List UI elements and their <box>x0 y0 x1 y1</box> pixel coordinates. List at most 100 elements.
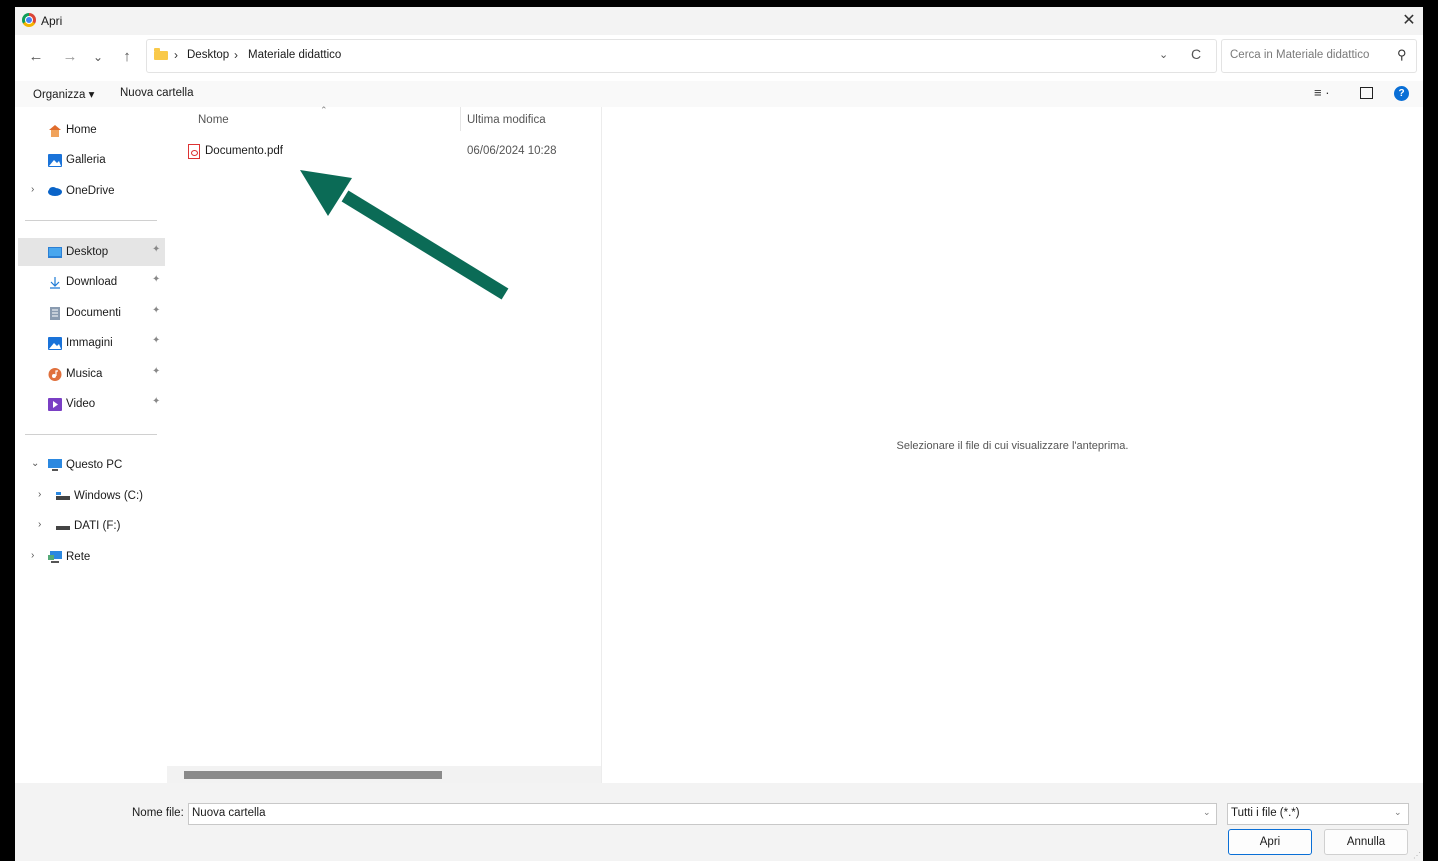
pin-icon[interactable]: ✦ <box>152 335 160 346</box>
column-separator[interactable] <box>460 107 461 131</box>
search-placeholder: Cerca in Materiale didattico <box>1230 49 1370 61</box>
download-icon <box>50 277 60 289</box>
sidebar-item-label: Home <box>66 124 97 136</box>
command-bar: Organizza ▾ Nuova cartella ≡ · ? <box>15 81 1423 107</box>
pin-icon[interactable]: ✦ <box>152 366 160 377</box>
dialog-footer: Nome file: Nuova cartella ⌄ Tutti i file… <box>15 783 1423 861</box>
search-box[interactable]: Cerca in Materiale didattico ⚲ <box>1221 39 1417 73</box>
sidebar-item-label: Download <box>66 276 118 288</box>
open-button[interactable]: Apri <box>1228 829 1312 855</box>
navigation-bar: ← → ⌄ ↑ › Desktop › Materiale didattico … <box>15 35 1423 81</box>
sidebar-item-questo-pc[interactable]: ⌄ Questo PC <box>18 451 165 479</box>
documents-icon <box>50 307 60 320</box>
chevron-right-icon[interactable]: › <box>38 489 41 500</box>
pin-icon[interactable]: ✦ <box>152 244 160 255</box>
pin-icon[interactable]: ✦ <box>152 396 160 407</box>
preview-pane-toggle-icon[interactable] <box>1360 87 1373 99</box>
horizontal-scrollbar[interactable] <box>167 766 601 783</box>
sidebar-item-windows-c[interactable]: › Windows (C:) <box>18 482 165 510</box>
desktop-icon <box>48 247 62 258</box>
file-open-dialog: Apri ✕ ← → ⌄ ↑ › Desktop › Materiale did… <box>15 7 1423 861</box>
chevron-right-icon[interactable]: › <box>38 519 41 530</box>
breadcrumb-separator: › <box>234 48 238 62</box>
sidebar-item-desktop[interactable]: Desktop ✦ <box>18 238 165 266</box>
sort-ascending-icon: ⌃ <box>320 105 328 115</box>
sidebar-item-dati-f[interactable]: › DATI (F:) <box>18 512 165 540</box>
close-button[interactable]: ✕ <box>1399 11 1419 31</box>
breadcrumb-desktop[interactable]: Desktop <box>187 49 229 61</box>
sidebar-item-label: Documenti <box>66 307 121 319</box>
breadcrumb-separator: › <box>174 48 178 62</box>
chevron-down-icon[interactable]: ⌄ <box>1203 807 1211 818</box>
sidebar-item-documenti[interactable]: Documenti ✦ <box>18 299 165 327</box>
recent-locations-button[interactable]: ⌄ <box>87 47 109 67</box>
pin-icon[interactable]: ✦ <box>152 305 160 316</box>
table-row[interactable]: Documento.pdf 06/06/2024 10:28 <box>183 142 583 164</box>
drive-icon <box>56 526 70 530</box>
window-title: Apri <box>41 14 63 28</box>
forward-button[interactable]: → <box>59 47 81 67</box>
filename-label: Nome file: <box>132 807 184 819</box>
sidebar-item-label: Video <box>66 398 96 410</box>
sidebar-item-galleria[interactable]: Galleria <box>18 146 165 174</box>
file-modified-date: 06/06/2024 10:28 <box>467 145 557 157</box>
filename-value: Nuova cartella <box>192 807 266 819</box>
breadcrumb-materiale-didattico[interactable]: Materiale didattico <box>248 49 341 61</box>
refresh-button[interactable]: C <box>1191 46 1201 62</box>
cancel-button[interactable]: Annulla <box>1324 829 1408 855</box>
sidebar-item-musica[interactable]: Musica ✦ <box>18 360 165 388</box>
sidebar-item-label: DATI (F:) <box>74 520 121 532</box>
scrollbar-thumb[interactable] <box>184 771 442 779</box>
view-options-icon[interactable]: ≡ · <box>1314 85 1330 100</box>
up-button[interactable]: ↑ <box>116 47 138 67</box>
network-icon <box>48 551 62 563</box>
gallery-icon <box>48 154 62 167</box>
address-dropdown-icon[interactable]: ⌄ <box>1159 48 1168 61</box>
sidebar-item-download[interactable]: Download ✦ <box>18 268 165 296</box>
chevron-right-icon[interactable]: › <box>31 184 34 195</box>
video-icon <box>48 398 62 411</box>
sidebar-item-label: Immagini <box>66 337 113 349</box>
chevron-right-icon[interactable]: › <box>31 550 34 561</box>
chevron-down-icon[interactable]: ⌄ <box>31 458 39 469</box>
sidebar-item-video[interactable]: Video ✦ <box>18 390 165 418</box>
search-icon[interactable]: ⚲ <box>1397 47 1407 63</box>
home-icon <box>49 125 61 137</box>
file-type-select[interactable]: Tutti i file (*.*) ⌄ <box>1227 803 1409 825</box>
sidebar-divider <box>25 220 157 221</box>
title-bar: Apri ✕ <box>15 7 1423 35</box>
preview-message: Selezionare il file di cui visualizzare … <box>896 440 1129 452</box>
column-header-modified[interactable]: Ultima modifica <box>467 114 546 126</box>
file-type-value: Tutti i file (*.*) <box>1231 807 1300 819</box>
file-list: ⌃ Nome Ultima modifica Documento.pdf 06/… <box>167 105 602 783</box>
back-button[interactable]: ← <box>25 47 47 67</box>
sidebar-item-rete[interactable]: › Rete <box>18 543 165 571</box>
new-folder-button[interactable]: Nuova cartella <box>120 87 194 99</box>
sidebar-item-label: OneDrive <box>66 185 115 197</box>
chevron-down-icon[interactable]: ⌄ <box>1394 807 1402 818</box>
resize-grip-icon[interactable]: ⋰ <box>1413 851 1421 860</box>
column-header-name[interactable]: Nome <box>198 114 229 126</box>
sidebar-item-label: Questo PC <box>66 459 123 471</box>
onedrive-icon <box>48 187 62 196</box>
sidebar-item-label: Musica <box>66 368 103 380</box>
pc-icon <box>48 459 62 471</box>
chrome-icon <box>22 13 36 27</box>
preview-pane: Selezionare il file di cui visualizzare … <box>602 107 1423 783</box>
music-icon <box>48 368 62 381</box>
sidebar-item-home[interactable]: Home <box>18 116 165 144</box>
pictures-icon <box>48 337 62 350</box>
help-icon[interactable]: ? <box>1394 86 1409 101</box>
drive-icon <box>56 492 70 500</box>
sidebar-item-onedrive[interactable]: › OneDrive <box>18 177 165 205</box>
pin-icon[interactable]: ✦ <box>152 274 160 285</box>
sidebar-item-immagini[interactable]: Immagini ✦ <box>18 329 165 357</box>
sidebar-divider <box>25 434 157 435</box>
filename-input[interactable]: Nuova cartella ⌄ <box>188 803 1217 825</box>
sidebar-item-label: Desktop <box>66 246 109 258</box>
navigation-pane: Home Galleria › OneDrive Desktop ✦ Downl… <box>15 107 166 783</box>
address-bar[interactable]: › Desktop › Materiale didattico ⌄ C <box>146 39 1217 73</box>
sidebar-item-label: Galleria <box>66 154 106 166</box>
organize-menu[interactable]: Organizza ▾ <box>33 87 94 101</box>
file-name[interactable]: Documento.pdf <box>205 145 283 157</box>
